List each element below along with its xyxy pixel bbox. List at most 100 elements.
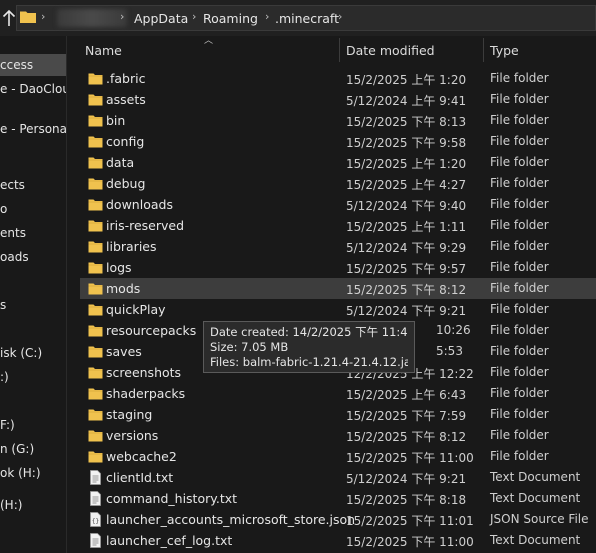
nav-item[interactable]: o xyxy=(0,198,7,220)
file-name[interactable]: bin xyxy=(106,113,125,128)
file-row[interactable]: command_history.txt 15/2/2025 下午 8:18 Text… xyxy=(80,488,596,509)
file-name[interactable]: debug xyxy=(106,176,145,191)
file-name[interactable]: libraries xyxy=(106,239,157,254)
file-row[interactable]: shaderpacks 15/2/2025 上午 6:43 File folder xyxy=(80,383,596,404)
breadcrumb-redacted[interactable] xyxy=(57,9,127,27)
file-row[interactable]: assets 5/12/2024 上午 9:41 File folder xyxy=(80,89,596,110)
file-type: File folder xyxy=(490,344,549,358)
file-row[interactable]: {} launcher_accounts_microsoft_store.json… xyxy=(80,509,596,530)
file-date-modified: 10:26 xyxy=(436,323,471,337)
breadcrumb-roaming[interactable]: Roaming xyxy=(203,11,258,26)
file-date-modified: 15/2/2025 下午 9:58 xyxy=(346,136,467,150)
file-name[interactable]: data xyxy=(106,155,134,170)
nav-item[interactable]: s xyxy=(0,294,6,316)
chevron-right-icon[interactable]: › xyxy=(192,10,196,23)
file-name[interactable]: command_history.txt xyxy=(106,491,237,506)
file-row[interactable]: staging 15/2/2025 下午 7:59 File folder xyxy=(80,404,596,425)
file-row[interactable]: .fabric 15/2/2025 上午 1:20 File folder xyxy=(80,68,596,89)
file-row[interactable]: versions 15/2/2025 下午 8:12 File folder xyxy=(80,425,596,446)
nav-item[interactable]: F:) xyxy=(0,414,15,436)
file-name[interactable]: resourcepacks xyxy=(106,323,196,338)
column-divider[interactable] xyxy=(483,38,484,62)
file-row[interactable]: webcache2 15/2/2025 下午 11:00 File folder xyxy=(80,446,596,467)
file-type: File folder xyxy=(490,281,549,295)
file-name[interactable]: screenshots xyxy=(106,365,181,380)
file-date-modified: 15/2/2025 上午 4:27 xyxy=(346,178,467,192)
file-name[interactable]: downloads xyxy=(106,197,173,212)
folder-icon xyxy=(20,11,36,23)
file-type: File folder xyxy=(490,155,549,169)
up-arrow-icon[interactable] xyxy=(2,9,16,27)
column-type[interactable]: Type xyxy=(490,43,519,58)
file-row[interactable]: downloads 5/12/2024 下午 9:40 File folder xyxy=(80,194,596,215)
nav-item[interactable]: e - Personal xyxy=(0,118,66,140)
address-field[interactable]: › › AppData › Roaming › .minecraft › xyxy=(16,5,596,31)
file-name[interactable]: logs xyxy=(106,260,132,275)
file-type: File folder xyxy=(490,113,549,127)
breadcrumb-appdata[interactable]: AppData xyxy=(134,11,188,26)
file-row[interactable]: quickPlay 5/12/2024 下午 9:21 File folder xyxy=(80,299,596,320)
file-name[interactable]: launcher_cef_log.txt xyxy=(106,533,232,548)
file-name[interactable]: assets xyxy=(106,92,146,107)
file-type: File folder xyxy=(490,365,549,379)
file-row[interactable]: iris-reserved 15/2/2025 上午 1:11 File folde… xyxy=(80,215,596,236)
file-type: File folder xyxy=(490,134,549,148)
nav-item[interactable]: isk (C:) xyxy=(0,342,42,364)
file-name[interactable]: launcher_accounts_microsoft_store.json xyxy=(106,512,355,527)
file-name[interactable]: staging xyxy=(106,407,152,422)
file-date-modified: 15/2/2025 下午 8:12 xyxy=(346,283,467,297)
chevron-right-icon[interactable]: › xyxy=(265,10,269,23)
file-name[interactable]: versions xyxy=(106,428,158,443)
file-row[interactable]: config 15/2/2025 下午 9:58 File folder xyxy=(80,131,596,152)
nav-item[interactable]: :) xyxy=(0,366,9,388)
file-row[interactable]: launcher_cef_log.txt 15/2/2025 下午 11:00 Te… xyxy=(80,530,596,551)
column-date-modified[interactable]: Date modified xyxy=(346,43,435,58)
file-name[interactable]: iris-reserved xyxy=(106,218,184,233)
folder-icon xyxy=(88,386,103,401)
nav-item[interactable]: n (G:) xyxy=(0,438,34,460)
file-date-modified: 15/2/2025 下午 11:00 xyxy=(346,451,474,465)
column-name[interactable]: Name xyxy=(85,43,122,58)
folder-icon xyxy=(88,155,103,170)
nav-item[interactable]: ok (H:) xyxy=(0,462,41,484)
chevron-right-icon[interactable]: › xyxy=(41,10,45,23)
file-name[interactable]: saves xyxy=(106,344,142,359)
file-name[interactable]: .fabric xyxy=(106,71,145,86)
nav-item[interactable]: (H:) xyxy=(0,494,22,516)
file-name[interactable]: mods xyxy=(106,281,140,296)
file-date-modified: 15/2/2025 上午 1:20 xyxy=(346,157,467,171)
tooltip-size: Size: 7.05 MB xyxy=(210,340,289,354)
file-row[interactable]: logs 15/2/2025 下午 9:57 File folder xyxy=(80,257,596,278)
file-row[interactable]: libraries 5/12/2024 下午 9:29 File folder xyxy=(80,236,596,257)
file-row[interactable]: bin 15/2/2025 下午 8:13 File folder xyxy=(80,110,596,131)
file-name[interactable]: config xyxy=(106,134,144,149)
nav-item[interactable]: ects xyxy=(0,174,25,196)
nav-item[interactable]: ents xyxy=(0,222,26,244)
nav-item[interactable]: oads xyxy=(0,246,29,268)
file-date-modified: 15/2/2025 上午 1:20 xyxy=(346,73,467,87)
file-row[interactable]: data 15/2/2025 上午 1:20 File folder xyxy=(80,152,596,173)
folder-icon xyxy=(88,113,103,128)
folder-icon xyxy=(88,302,103,317)
file-type: File folder xyxy=(490,407,549,421)
file-row[interactable]: debug 15/2/2025 上午 4:27 File folder xyxy=(80,173,596,194)
file-date-modified: 5/12/2024 下午 9:29 xyxy=(346,241,467,255)
folder-icon xyxy=(88,281,103,296)
file-row[interactable]: mods 15/2/2025 下午 8:12 File folder xyxy=(80,278,596,299)
breadcrumb-minecraft[interactable]: .minecraft xyxy=(275,11,339,26)
file-name[interactable]: quickPlay xyxy=(106,302,166,317)
file-type: File folder xyxy=(490,386,549,400)
file-row[interactable]: clientId.txt 5/12/2024 下午 9:21 Text Docume… xyxy=(80,467,596,488)
nav-item[interactable]: ccess xyxy=(0,54,66,76)
navigation-pane: ccesse - DaoClouc e - Personal ectsoentsoa… xyxy=(0,36,66,553)
file-name[interactable]: shaderpacks xyxy=(106,386,185,401)
nav-item[interactable]: e - DaoClouc xyxy=(0,78,66,100)
file-type: JSON Source File xyxy=(490,512,589,526)
chevron-right-icon[interactable]: › xyxy=(338,10,342,23)
file-type: File folder xyxy=(490,197,549,211)
file-name[interactable]: webcache2 xyxy=(106,449,177,464)
column-header: ︿ Name Date modified Type xyxy=(67,36,596,64)
file-name[interactable]: clientId.txt xyxy=(106,470,173,485)
chevron-right-icon[interactable]: › xyxy=(120,10,124,23)
column-divider[interactable] xyxy=(339,38,340,62)
